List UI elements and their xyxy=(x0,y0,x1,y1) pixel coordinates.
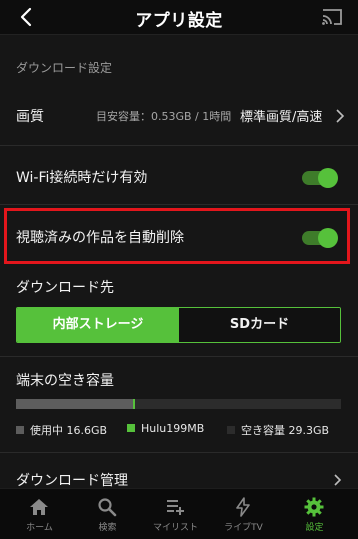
page-title: アプリ設定 xyxy=(135,11,223,31)
toggle-knob xyxy=(318,168,338,188)
nav-mylist[interactable]: マイリスト xyxy=(140,489,211,539)
quality-value: 標準画質/高速 xyxy=(240,110,323,125)
settings-page: アプリ設定 ダウンロード設定 画質 目安容量：0.53GB / 1時間 標準画質… xyxy=(0,0,358,539)
nav-settings[interactable]: 設定 xyxy=(279,489,350,539)
cast-icon[interactable] xyxy=(320,6,344,28)
download-manage-link[interactable]: ダウンロード管理 xyxy=(16,470,128,490)
legend-free: 空き容量 29.3GB xyxy=(227,422,329,438)
legend-swatch-free xyxy=(227,426,235,434)
chevron-right-icon xyxy=(336,109,345,123)
chevron-right-icon xyxy=(334,474,342,486)
wifi-only-label: Wi-Fi接続時だけ有効 xyxy=(16,170,148,186)
legend-hulu-text: Hulu199MB xyxy=(141,422,205,435)
quality-size-estimate: 目安容量：0.53GB / 1時間 xyxy=(96,110,232,123)
divider xyxy=(0,204,358,205)
gear-icon xyxy=(304,497,324,517)
live-tv-icon xyxy=(236,497,250,517)
nav-live-tv-label: ライブTV xyxy=(224,523,263,533)
storage-hulu-segment xyxy=(133,399,135,409)
nav-live-tv[interactable]: ライブTV xyxy=(208,489,279,539)
quality-setting-row[interactable]: 画質 目安容量：0.53GB / 1時間 標準画質/高速 xyxy=(0,96,358,136)
nav-search[interactable]: 検索 xyxy=(72,489,143,539)
quality-label: 画質 xyxy=(16,109,44,125)
nav-settings-label: 設定 xyxy=(305,523,324,533)
download-destination-label: ダウンロード先 xyxy=(16,280,114,296)
legend-free-text: 空き容量 29.3GB xyxy=(241,424,330,437)
nav-search-label: 検索 xyxy=(98,523,117,533)
nav-home[interactable]: ホーム xyxy=(4,489,75,539)
legend-used-text: 使用中 16.6GB xyxy=(30,424,108,437)
wifi-only-toggle[interactable] xyxy=(302,168,338,188)
download-destination-selector: 内部ストレージ SDカード xyxy=(16,307,341,343)
nav-mylist-label: マイリスト xyxy=(152,523,198,533)
legend-hulu: Hulu199MB xyxy=(127,422,204,435)
divider xyxy=(0,452,358,453)
bottom-nav: ホーム 検索 マイリスト ライブTV 設定 xyxy=(0,488,358,539)
storage-bar xyxy=(16,399,341,409)
legend-swatch-used xyxy=(16,426,24,434)
legend-used: 使用中 16.6GB xyxy=(16,422,107,438)
highlight-box xyxy=(4,208,350,264)
free-space-label: 端末の空き容量 xyxy=(16,373,114,389)
playlist-add-icon xyxy=(167,500,184,515)
search-icon xyxy=(98,498,117,517)
nav-home-label: ホーム xyxy=(26,523,53,533)
section-header-download-settings: ダウンロード設定 xyxy=(16,61,113,75)
divider xyxy=(0,356,358,357)
divider xyxy=(0,145,358,146)
app-header: アプリ設定 xyxy=(0,0,358,35)
storage-used-segment xyxy=(16,399,133,409)
wifi-only-row: Wi-Fi接続時だけ有効 xyxy=(0,155,358,197)
home-icon xyxy=(30,499,48,515)
internal-storage-option[interactable]: 内部ストレージ xyxy=(17,308,179,342)
sd-card-option[interactable]: SDカード xyxy=(179,308,340,342)
legend-swatch-hulu xyxy=(127,424,135,432)
